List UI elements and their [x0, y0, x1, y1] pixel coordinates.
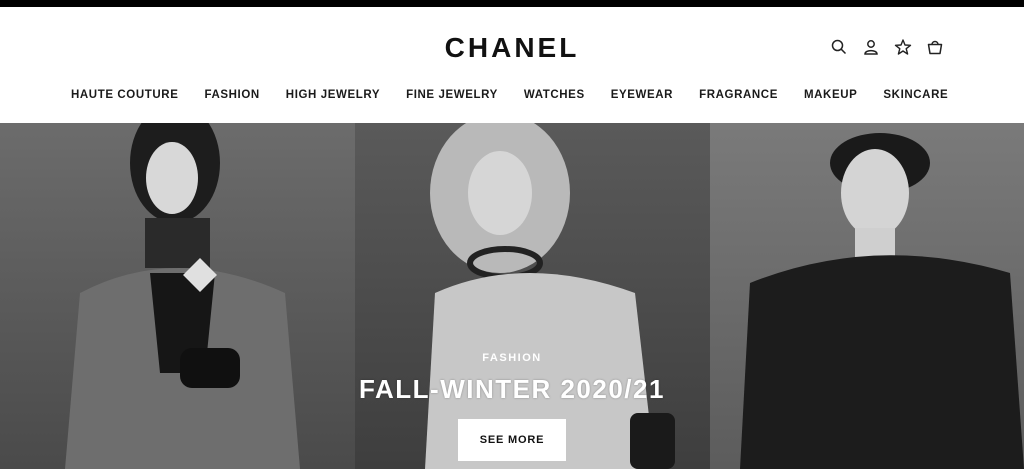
nav-item-fragrance[interactable]: FRAGRANCE: [686, 89, 791, 101]
hero-banner[interactable]: FASHION FALL-WINTER 2020/21 SEE MORE: [0, 123, 1024, 469]
nav-item-eyewear[interactable]: EYEWEAR: [598, 89, 686, 101]
top-bar: [0, 0, 1024, 7]
nav-item-fine-jewelry[interactable]: FINE JEWELRY: [393, 89, 511, 101]
site-header: CHANEL HAUTE COUTURE FASHION HIGH JEWELR…: [0, 7, 1024, 123]
hero-eyebrow: FASHION: [482, 352, 542, 364]
nav-item-fashion[interactable]: FASHION: [191, 89, 272, 101]
hero-image-center: [355, 123, 710, 469]
wishlist-icon[interactable]: [894, 38, 912, 56]
nav-item-haute-couture[interactable]: HAUTE COUTURE: [58, 89, 191, 101]
account-icon[interactable]: [862, 38, 880, 56]
nav-item-watches[interactable]: WATCHES: [511, 89, 598, 101]
hero-headline: FALL-WINTER 2020/21: [359, 374, 665, 404]
nav-item-skincare[interactable]: SKINCARE: [870, 89, 961, 101]
see-more-button[interactable]: SEE MORE: [458, 419, 566, 461]
nav-item-makeup[interactable]: MAKEUP: [791, 89, 870, 101]
nav-item-high-jewelry[interactable]: HIGH JEWELRY: [273, 89, 393, 101]
hero-image-right: [710, 123, 1024, 469]
header-icons: [830, 38, 944, 56]
search-icon[interactable]: [830, 38, 848, 56]
hero-image-left: [0, 123, 355, 469]
main-nav: HAUTE COUTURE FASHION HIGH JEWELRY FINE …: [58, 89, 961, 101]
bag-icon[interactable]: [926, 38, 944, 56]
